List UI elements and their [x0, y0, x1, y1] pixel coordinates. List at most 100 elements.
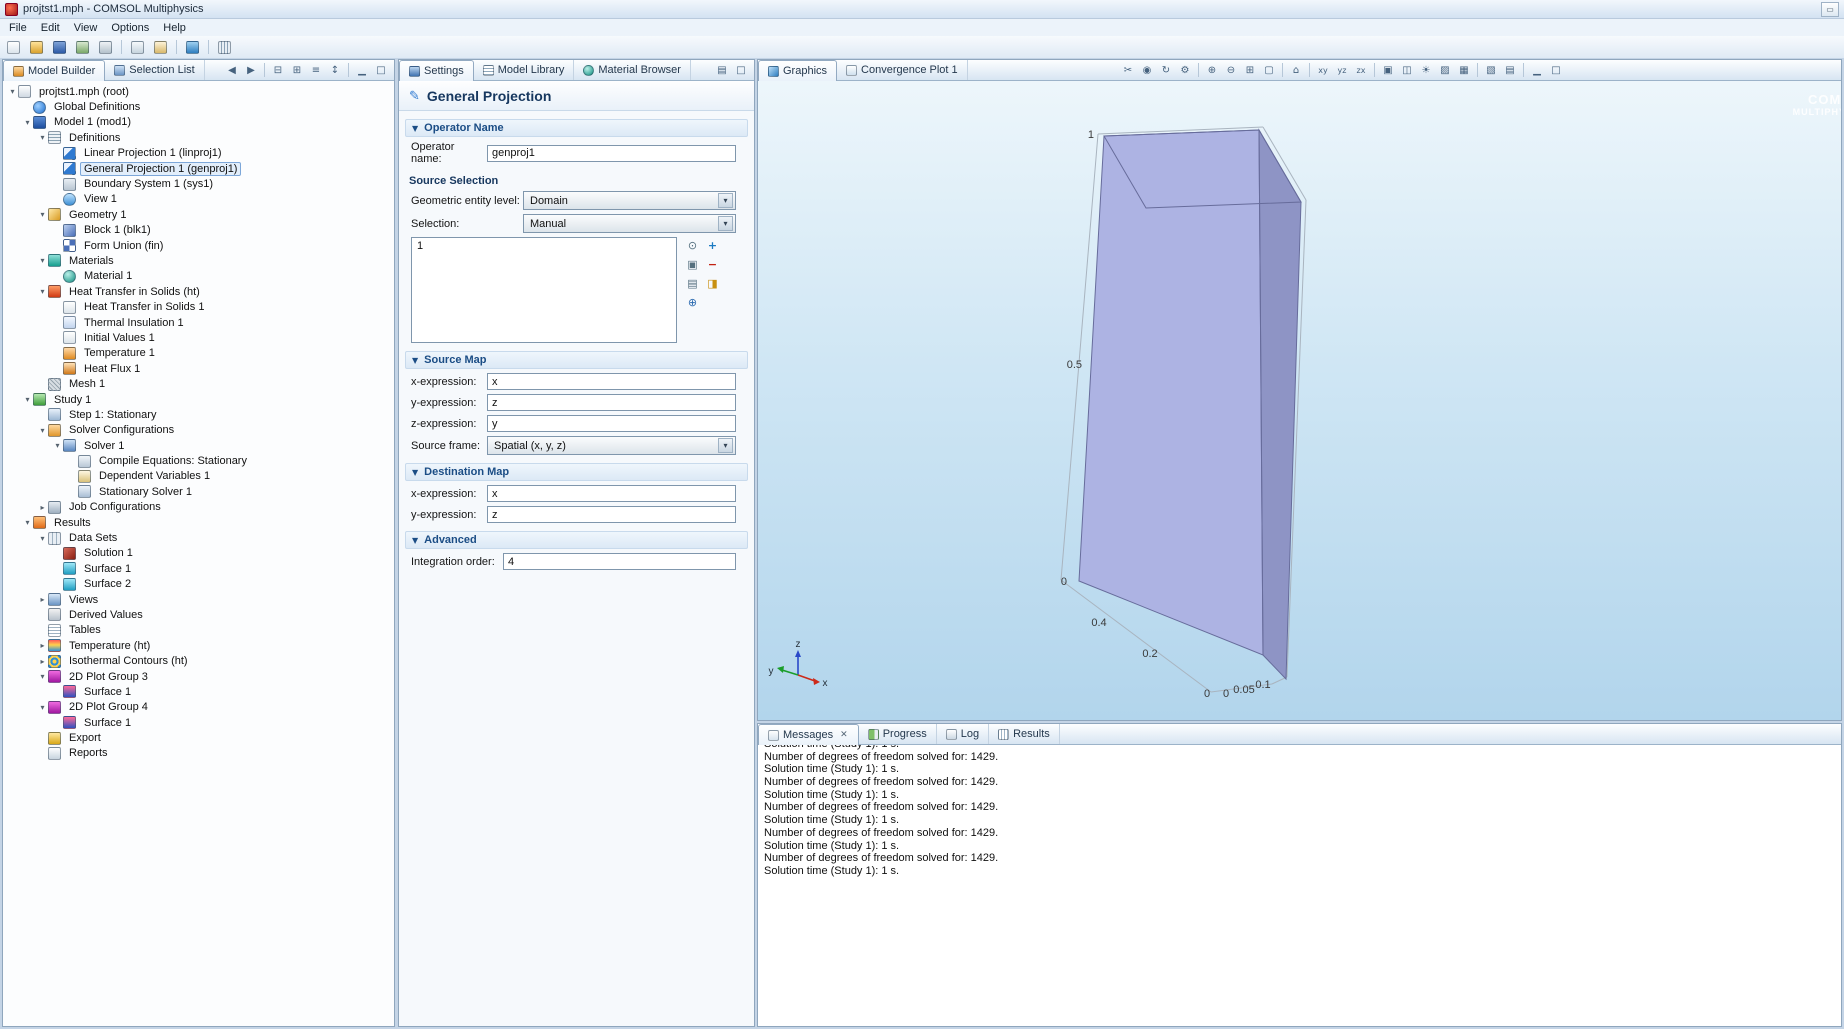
selection-listbox[interactable]: 1: [411, 237, 677, 343]
tree-item[interactable]: Step 1: Stationary: [3, 407, 394, 422]
expand-arrow-icon[interactable]: ▾: [52, 441, 63, 450]
expand-arrow-icon[interactable]: ▾: [22, 395, 33, 404]
graphics-canvas[interactable]: 1 0.5 0 0.4 0.2 0 0 0.05 0.1: [758, 81, 1841, 720]
tree-item[interactable]: Surface 1: [3, 715, 394, 730]
tab-model-library[interactable]: Model Library: [474, 60, 575, 80]
section-advanced[interactable]: ▼ Advanced: [405, 531, 748, 549]
select-button[interactable]: ▧: [1482, 62, 1500, 78]
tree-item[interactable]: ▾Geometry 1: [3, 207, 394, 222]
tab-settings[interactable]: Settings: [399, 60, 474, 81]
view-zx-button[interactable]: zx: [1352, 62, 1370, 78]
view-menu-button[interactable]: ⚙: [1176, 62, 1194, 78]
tree-item[interactable]: Heat Flux 1: [3, 361, 394, 376]
menu-options[interactable]: Options: [104, 21, 156, 35]
tree-item[interactable]: Mesh 1: [3, 376, 394, 391]
tab-results[interactable]: Results: [989, 724, 1060, 744]
view-xy-button[interactable]: xy: [1314, 62, 1332, 78]
menu-file[interactable]: File: [2, 21, 34, 35]
tab-messages[interactable]: Messages ✕: [758, 724, 859, 745]
tab-graphics[interactable]: Graphics: [758, 60, 837, 81]
operator-name-input[interactable]: [487, 145, 736, 162]
remove-button[interactable]: −: [704, 256, 721, 272]
source-frame-select[interactable]: Spatial (x, y, z) ▾: [487, 436, 736, 455]
tree-item[interactable]: ▾Materials: [3, 253, 394, 268]
section-destination-map[interactable]: ▼ Destination Map: [405, 463, 748, 481]
expand-arrow-icon[interactable]: ▾: [37, 672, 48, 681]
tree-item[interactable]: ▾Heat Transfer in Solids (ht): [3, 284, 394, 299]
zoom-extents-button[interactable]: ▢: [1260, 62, 1278, 78]
tree-item[interactable]: ▸Isothermal Contours (ht): [3, 653, 394, 668]
clip-button[interactable]: ✂: [1119, 62, 1137, 78]
minimize-button[interactable]: ▁: [1528, 62, 1546, 78]
tree-item[interactable]: Tables: [3, 623, 394, 638]
source-x-expression-input[interactable]: [487, 373, 736, 390]
zoom-selected-button[interactable]: ⊕: [684, 294, 701, 310]
messages-body[interactable]: Solution time (Study 1): 1 s.Number of d…: [758, 745, 1841, 1026]
tree-item[interactable]: Surface 1: [3, 684, 394, 699]
snapshot-button[interactable]: ◫: [1398, 62, 1416, 78]
tree-item[interactable]: ▾Data Sets: [3, 530, 394, 545]
expand-all-button[interactable]: ⊞: [288, 62, 306, 78]
light-button[interactable]: ☀: [1417, 62, 1435, 78]
maximize-button[interactable]: □: [1547, 62, 1565, 78]
source-z-expression-input[interactable]: [487, 415, 736, 432]
expand-arrow-icon[interactable]: ▾: [37, 426, 48, 435]
maximize-button[interactable]: □: [372, 62, 390, 78]
tab-convergence-plot[interactable]: Convergence Plot 1: [837, 60, 968, 80]
tree-item[interactable]: Thermal Insulation 1: [3, 315, 394, 330]
zoom-box-button[interactable]: ⊞: [1241, 62, 1259, 78]
expand-arrow-icon[interactable]: ▾: [7, 87, 18, 96]
tree-item[interactable]: Material 1: [3, 269, 394, 284]
back-button[interactable]: ◀: [223, 62, 241, 78]
tree-item[interactable]: Compile Equations: Stationary: [3, 453, 394, 468]
expand-arrow-icon[interactable]: ▾: [37, 256, 48, 265]
copy-button[interactable]: [127, 38, 148, 57]
destination-x-expression-input[interactable]: [487, 485, 736, 502]
tree-item[interactable]: Global Definitions: [3, 99, 394, 114]
close-icon[interactable]: ✕: [839, 729, 849, 741]
minimize-button[interactable]: ▁: [353, 62, 371, 78]
section-operator-name[interactable]: ▼ Operator Name: [405, 119, 748, 137]
tree-item[interactable]: Surface 2: [3, 577, 394, 592]
menu-help[interactable]: Help: [156, 21, 193, 35]
tab-selection-list[interactable]: Selection List: [105, 60, 204, 80]
expand-arrow-icon[interactable]: ▸: [37, 503, 48, 512]
section-source-map[interactable]: ▼ Source Map: [405, 351, 748, 369]
import-button[interactable]: [72, 38, 93, 57]
tree-item[interactable]: Initial Values 1: [3, 330, 394, 345]
tree-item[interactable]: Derived Values: [3, 607, 394, 622]
tree-item[interactable]: Heat Transfer in Solids 1: [3, 299, 394, 314]
tree-item[interactable]: ▸Temperature (ht): [3, 638, 394, 653]
tab-progress[interactable]: Progress: [859, 724, 937, 744]
selection-list-item[interactable]: 1: [417, 240, 671, 252]
default-view-button[interactable]: ⌂: [1287, 62, 1305, 78]
camera-button[interactable]: ▣: [1379, 62, 1397, 78]
new-button[interactable]: [3, 38, 24, 57]
forward-button[interactable]: ▶: [242, 62, 260, 78]
save-button[interactable]: [49, 38, 70, 57]
help-button[interactable]: ▤: [713, 62, 731, 78]
tab-material-browser[interactable]: Material Browser: [574, 60, 691, 80]
source-y-expression-input[interactable]: [487, 394, 736, 411]
tab-log[interactable]: Log: [937, 724, 989, 744]
tree-item[interactable]: ▸Job Configurations: [3, 500, 394, 515]
tree-item[interactable]: ▾Study 1: [3, 392, 394, 407]
expand-arrow-icon[interactable]: ▾: [37, 133, 48, 142]
integration-order-input[interactable]: [503, 553, 736, 570]
tree-item[interactable]: General Projection 1 (genproj1): [3, 161, 394, 176]
print-button[interactable]: [95, 38, 116, 57]
expand-arrow-icon[interactable]: ▾: [37, 287, 48, 296]
tree-item[interactable]: View 1: [3, 192, 394, 207]
tree-item[interactable]: Export: [3, 730, 394, 745]
tree-item[interactable]: Stationary Solver 1: [3, 484, 394, 499]
menu-view[interactable]: View: [67, 21, 105, 35]
tree-item[interactable]: ▾Model 1 (mod1): [3, 115, 394, 130]
plot-button[interactable]: [182, 38, 203, 57]
expand-arrow-icon[interactable]: ▾: [37, 210, 48, 219]
paste-button[interactable]: [150, 38, 171, 57]
tree-item[interactable]: Reports: [3, 746, 394, 761]
expand-arrow-icon[interactable]: ▸: [37, 595, 48, 604]
visibility-button[interactable]: ◉: [1138, 62, 1156, 78]
tree-item[interactable]: ▾2D Plot Group 3: [3, 669, 394, 684]
expand-arrow-icon[interactable]: ▸: [37, 657, 48, 666]
